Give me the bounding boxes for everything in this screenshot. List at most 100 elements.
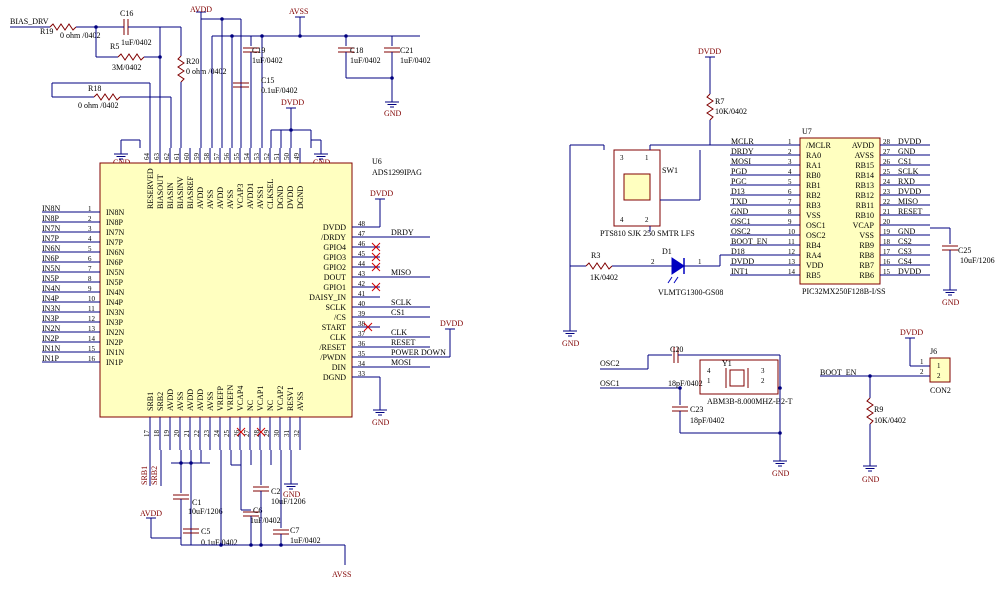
u6-net-43: MISO [391,268,411,277]
u7-pinnum-25: 25 [883,168,891,176]
u6-pinnum-58: 58 [203,153,211,161]
u6-pinnum-60: 60 [183,153,191,161]
u7-pinname-11: RB4 [806,241,821,250]
u6-net-12: IN3P [42,314,59,323]
srb1-label: SRB1 [140,466,149,485]
u6-bottom-wiring: SRB1 SRB2 C1 10uF/1206 C5 0.1uF/0402 AVD… [140,427,351,579]
u6-pinnum-18: 18 [153,430,161,438]
u7-pic32[interactable]: U7 PIC32MX250F128B-I/SS MCLR 1/MCLRDRDY 2 R… [730,127,930,296]
u6-pinname-41: DAISY_IN [309,293,346,302]
u6-pinnum-31: 31 [283,430,291,438]
bias-drv-label: BIAS_DRV [10,17,49,26]
u6-pinnum-36: 36 [358,340,366,348]
u6-pinnum-57: 57 [213,153,221,161]
u6-net-15: IN1N [42,344,60,353]
u6-pinname-47: /DRDY [321,233,346,242]
avss-top-label: AVSS [289,7,308,16]
u6-pinnum-45: 45 [358,250,366,258]
y1-ref: Y1 [722,359,732,368]
u7-ref: U7 [802,127,812,136]
u6-pinname-10: IN4P [106,298,123,307]
u6-pinname-39: /CS [334,313,346,322]
gnd-r9-label: GND [862,475,880,484]
c18-value: 1uF/0402 [350,56,381,65]
u6-pinname-26: VCAP4 [236,386,245,411]
u7-net-19: GND [898,227,916,236]
u7-pinname-23: RB12 [855,191,874,200]
u6-pinname-14: IN2P [106,338,123,347]
c21-value: 1uF/0402 [400,56,431,65]
u7-net-2: DRDY [731,147,754,156]
u6-pinname-29: NC [266,400,275,411]
u6-pinnum-55: 55 [233,153,241,161]
u6-pinnum-47: 47 [358,230,366,238]
j6-pin1-body: 1 [937,362,941,370]
u7-pinname-20: VCAP [853,221,875,230]
r20-value: 0 ohm /0402 [186,67,226,76]
r5-value: 3M/0402 [112,63,141,72]
u6-pinnum-41: 41 [358,290,366,298]
d1-pin2: 2 [651,258,655,266]
u7-net-10: OSC2 [731,227,751,236]
u6-net-7: IN5N [42,264,60,273]
u7-pinname-17: RB8 [859,251,874,260]
u6-pinnum-19: 19 [163,430,171,438]
r20-ref: R20 [186,57,199,66]
u7-right-pins: AVDD 28 DVDD AVSS 27 GND RB15 26 CS1 RB14 25 SCLK RB… [852,137,930,280]
sw1-pin3: 3 [620,154,624,162]
u6-pinnum-53: 53 [253,153,261,161]
u6-net-34: MOSI [391,358,411,367]
u7-pinnum-17: 17 [883,248,891,256]
u6-pinname-22: AVDD [196,389,205,411]
u6-pinname-6: IN6P [106,258,123,267]
u6-pinnum-23: 23 [203,430,211,438]
u7-net-11: BOOT_EN [731,237,768,246]
c23-ref: C23 [690,405,703,414]
u6-pinnum-52: 52 [263,153,271,161]
u7-pinname-25: RB14 [855,171,874,180]
u6-pinnum-3: 3 [88,225,92,233]
u7-net-24: RXD [898,177,915,186]
crystal-oscillator: OSC2 OSC1 C20 18pF/0402 4 3 1 2 Y1 ABM3B… [600,345,793,478]
u6-pinnum-11: 11 [88,305,95,313]
u7-pinnum-27: 27 [883,148,891,156]
u6-net-35: POWER DOWN [391,348,446,357]
u6-pinname-5: IN6N [106,248,124,257]
u6-pinname-36: /RESET [319,343,346,352]
u7-net-26: CS1 [898,157,912,166]
u6-pinnum-14: 14 [88,335,96,343]
gnd-u6-label: GND [372,418,390,427]
sw1-value: PTS810 SJK 250 SMTR LFS [600,229,695,238]
u7-pinname-5: RB1 [806,181,821,190]
u7-pinnum-14: 14 [788,268,796,276]
u6-pinnum-17: 17 [143,430,151,438]
u6-ref: U6 [372,157,382,166]
gnd-bottom-label: GND [283,490,301,499]
u6-pinname-44: GPIO2 [323,263,346,272]
u6-pinname-19: AVDD [166,389,175,411]
osc1-label: OSC1 [600,379,620,388]
u6-pinname-34: DIN [332,363,346,372]
u7-pinname-19: VSS [859,231,874,240]
sw1-pin4: 4 [620,216,624,224]
u6-pinname-40: SCLK [326,303,347,312]
u6-net-3: IN7N [42,224,60,233]
c16-ref: C16 [120,9,133,18]
u6-pinnum-63: 63 [153,153,161,161]
u7-pinname-3: RA1 [806,161,821,170]
u7-net-22: MISO [898,197,918,206]
u6-net-10: IN4P [42,294,59,303]
u6-pinname-51: DGND [276,186,285,209]
u6-pinnum-2: 2 [88,215,92,223]
u6-pinname-45: GPIO3 [323,253,346,262]
j6-ref: J6 [930,347,937,356]
c19-value: 1uF/0402 [252,56,283,65]
u6-pinname-58: AVSS [206,190,215,209]
u6-pinname-24: VREFP [216,386,225,411]
r19-value: 0 ohm /0402 [60,31,100,40]
u6-net-40: SCLK [391,298,412,307]
u6-pinnum-24: 24 [213,430,221,438]
avdd-bottom-label: AVDD [140,509,162,518]
u6-pinnum-9: 9 [88,285,92,293]
u7-pinnum-3: 3 [788,158,792,166]
